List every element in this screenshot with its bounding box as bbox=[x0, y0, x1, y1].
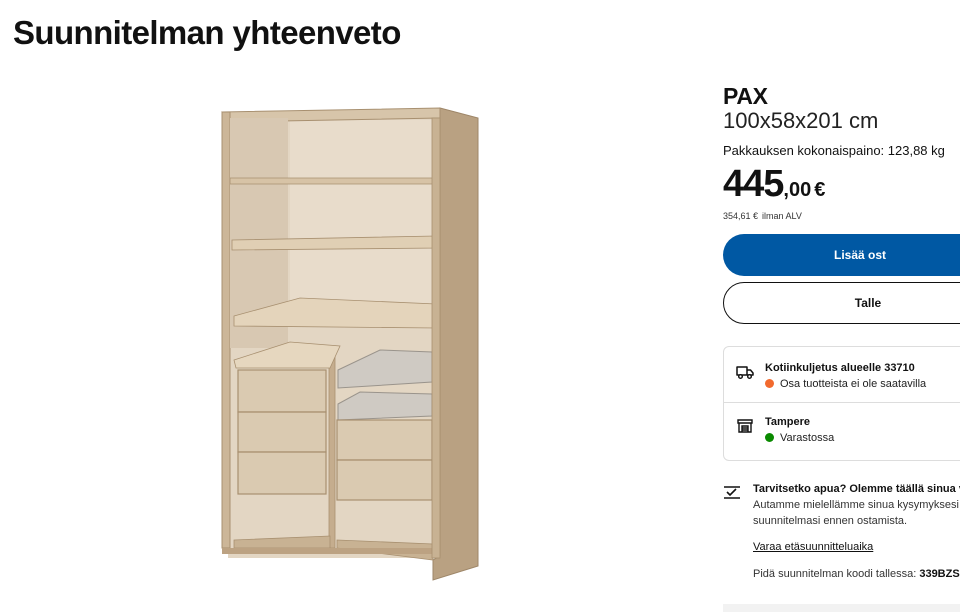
price-ex-vat-value: 354,61 € bbox=[723, 211, 759, 221]
price-decimal: ,00 bbox=[783, 179, 812, 201]
store-icon bbox=[737, 419, 753, 433]
help-text-line-2: suunnitelmasi ennen ostamista. bbox=[753, 515, 908, 527]
checklist-icon bbox=[724, 486, 740, 499]
delivery-title: Kotiinkuljetus alueelle 33710 bbox=[765, 362, 915, 374]
price-currency: € bbox=[814, 179, 826, 201]
price: 445,00 € bbox=[723, 163, 825, 206]
package-weight: Pakkauksen kokonaispaino: 123,88 kg bbox=[723, 143, 945, 158]
store-status: Varastossa bbox=[765, 432, 834, 444]
product-image bbox=[221, 107, 479, 581]
in-stock-dot bbox=[765, 433, 774, 442]
book-remote-planning-link[interactable]: Varaa etäsuunnitteluaika bbox=[753, 541, 873, 553]
truck-icon bbox=[736, 366, 754, 379]
store-title: Tampere bbox=[765, 416, 811, 428]
delivery-status: Osa tuotteista ei ole saatavilla bbox=[765, 378, 926, 390]
price-ex-vat: 354,61 € ilman ALV bbox=[723, 211, 802, 221]
help-title: Tarvitsetko apua? Olemme täällä sinua v bbox=[753, 483, 960, 495]
price-ex-vat-label: ilman ALV bbox=[762, 211, 802, 221]
add-to-cart-button[interactable]: Lisää ost bbox=[723, 234, 960, 276]
help-text-line-1: Autamme mielellämme sinua kysymyksesi bbox=[753, 499, 959, 511]
save-button[interactable]: Talle bbox=[723, 282, 960, 324]
partial-availability-dot bbox=[765, 379, 774, 388]
add-to-cart-label: Lisää ost bbox=[833, 248, 887, 262]
availability-panel: Kotiinkuljetus alueelle 33710 Osa tuotte… bbox=[723, 346, 960, 461]
product-dimensions: 100x58x201 cm bbox=[723, 108, 879, 133]
plan-code-value: 339BZS5 bbox=[919, 568, 960, 580]
save-label: Talle bbox=[854, 296, 882, 310]
page-title: Suunnitelman yhteenveto bbox=[13, 14, 401, 51]
bottom-strip bbox=[723, 604, 960, 612]
plan-code: Pidä suunnitelman koodi tallessa: 339BZS… bbox=[753, 568, 960, 580]
availability-divider bbox=[724, 402, 960, 403]
plan-code-label: Pidä suunnitelman koodi tallessa: bbox=[753, 568, 917, 580]
price-integer: 445 bbox=[723, 163, 784, 205]
product-name: PAX bbox=[723, 83, 768, 109]
help-text: Autamme mielellämme sinua kysymyksesi su… bbox=[753, 497, 960, 529]
store-status-text: Varastossa bbox=[780, 432, 835, 444]
delivery-status-text: Osa tuotteista ei ole saatavilla bbox=[780, 378, 927, 390]
